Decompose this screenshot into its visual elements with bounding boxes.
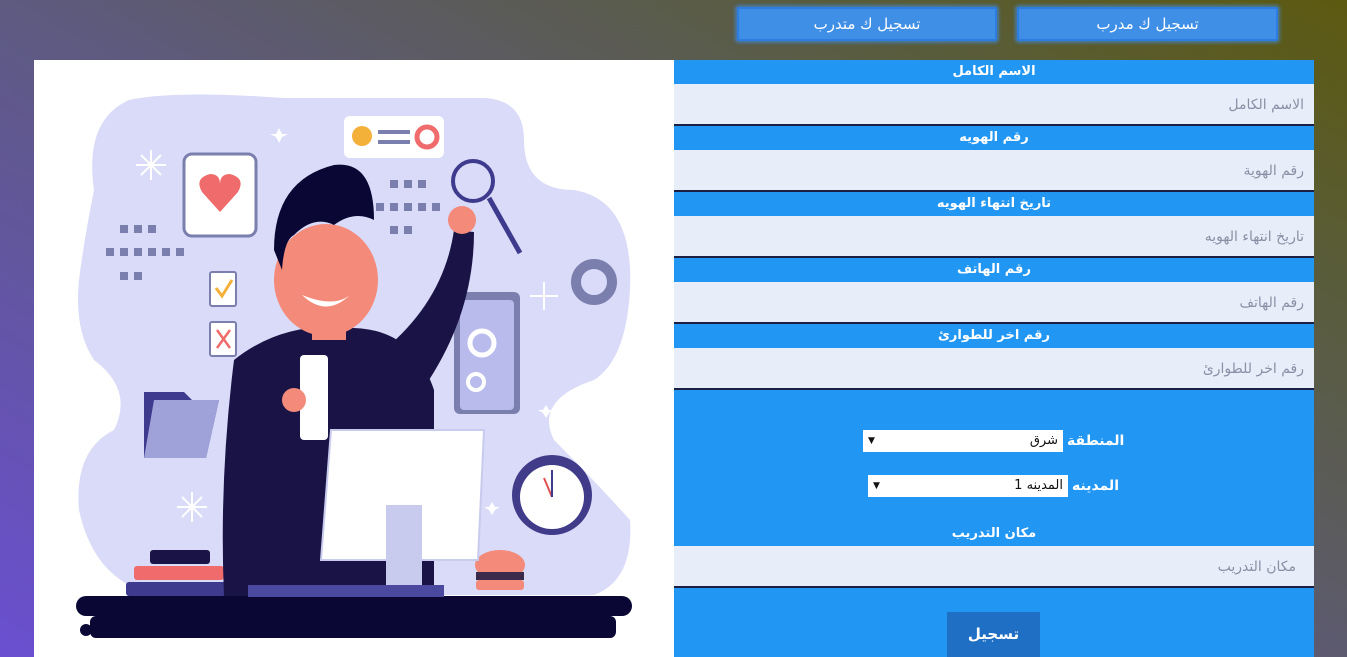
phone-label: رقم الهاتف	[957, 262, 1031, 277]
city-value: المدينه 1	[1014, 478, 1063, 493]
region-value: شرق	[1029, 433, 1058, 448]
training-place-label: مكان التدريب	[951, 526, 1037, 541]
full-name-label: الاسم الكامل	[952, 64, 1036, 79]
emergency-phone-label: رقم اخر للطوارئ	[937, 328, 1050, 343]
id-number-input[interactable]: رقم الهوية	[674, 150, 1314, 192]
register-trainee-button[interactable]: تسجيل ك متدرب	[737, 7, 997, 41]
full-name-input[interactable]: الاسم الكامل	[674, 84, 1314, 126]
register-trainer-button[interactable]: تسجيل ك مدرب	[1017, 7, 1278, 41]
registration-form: الاسم الكامل الاسم الكامل رقم الهويه رقم…	[674, 60, 1314, 657]
emergency-phone-input[interactable]: رقم اخر للطوارئ	[674, 348, 1314, 390]
developer-illustration	[34, 60, 674, 657]
training-place-input[interactable]: مكان التدريب	[674, 546, 1314, 588]
city-select[interactable]: المدينه 1 ▼	[868, 475, 1068, 497]
city-row: المدينه المدينه 1 ▼	[868, 475, 1119, 497]
illustration-svg	[76, 94, 632, 638]
city-label: المدينه	[1072, 478, 1119, 494]
phone-input[interactable]: رقم الهاتف	[674, 282, 1314, 324]
chevron-down-icon: ▼	[868, 436, 875, 446]
id-expiry-label: تاريخ انتهاء الهويه	[936, 196, 1052, 211]
submit-button[interactable]: تسجيل	[947, 612, 1040, 657]
id-expiry-input[interactable]: تاريخ انتهاء الهويه	[674, 216, 1314, 258]
region-select[interactable]: شرق ▼	[863, 430, 1063, 452]
chevron-down-icon: ▼	[873, 481, 880, 491]
id-number-label: رقم الهويه	[959, 130, 1029, 145]
region-label: المنطقة	[1067, 433, 1125, 449]
region-row: المنطقة شرق ▼	[863, 430, 1124, 452]
